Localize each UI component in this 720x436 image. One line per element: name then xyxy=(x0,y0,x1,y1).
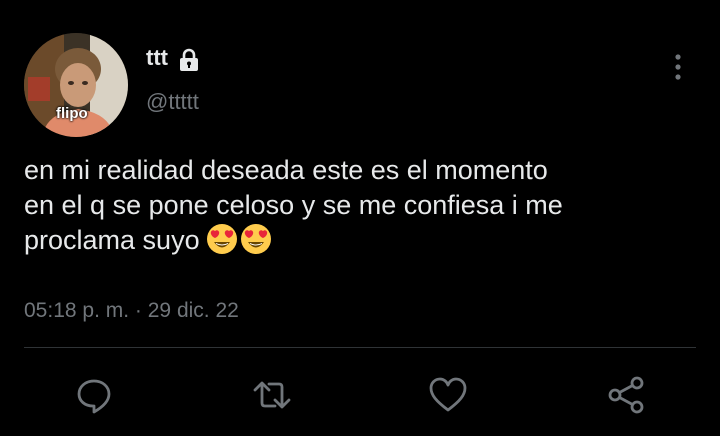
divider xyxy=(24,347,696,348)
meta-separator: · xyxy=(134,299,142,322)
tweet: flipo ttt @ttttt en mi realidad deseada … xyxy=(0,0,720,436)
emoji-group xyxy=(206,223,274,264)
tweet-time: 05:18 p. m. xyxy=(24,299,130,322)
tweet-text-line: en mi realidad deseada este es el moment… xyxy=(24,155,548,185)
tweet-date: 29 dic. 22 xyxy=(147,299,239,322)
more-vertical-icon[interactable] xyxy=(668,52,688,82)
tweet-text: en mi realidad deseada este es el moment… xyxy=(24,153,704,264)
tweet-text-line: proclama suyo xyxy=(24,223,704,264)
heart-eyes-emoji-icon xyxy=(240,224,271,254)
share-icon xyxy=(608,376,644,414)
author-handle[interactable]: @ttttt xyxy=(146,89,199,115)
lock-icon xyxy=(180,48,198,71)
heart-icon xyxy=(429,377,467,412)
tweet-text-line-content: proclama suyo xyxy=(24,225,200,255)
reply-icon xyxy=(77,379,111,414)
display-name[interactable]: ttt xyxy=(146,46,168,70)
tweet-text-line: en el q se pone celoso y se me confiesa … xyxy=(24,190,563,220)
avatar[interactable]: flipo xyxy=(24,33,128,137)
reply-button[interactable] xyxy=(74,375,114,415)
tweet-timestamp[interactable]: 05:18 p. m. · 29 dic. 22 xyxy=(24,298,239,324)
share-button[interactable] xyxy=(606,375,646,415)
avatar-caption: flipo xyxy=(56,105,88,122)
like-button[interactable] xyxy=(428,375,468,415)
heart-eyes-emoji-icon xyxy=(206,224,237,254)
retweet-icon xyxy=(253,381,291,409)
retweet-button[interactable] xyxy=(252,375,292,415)
